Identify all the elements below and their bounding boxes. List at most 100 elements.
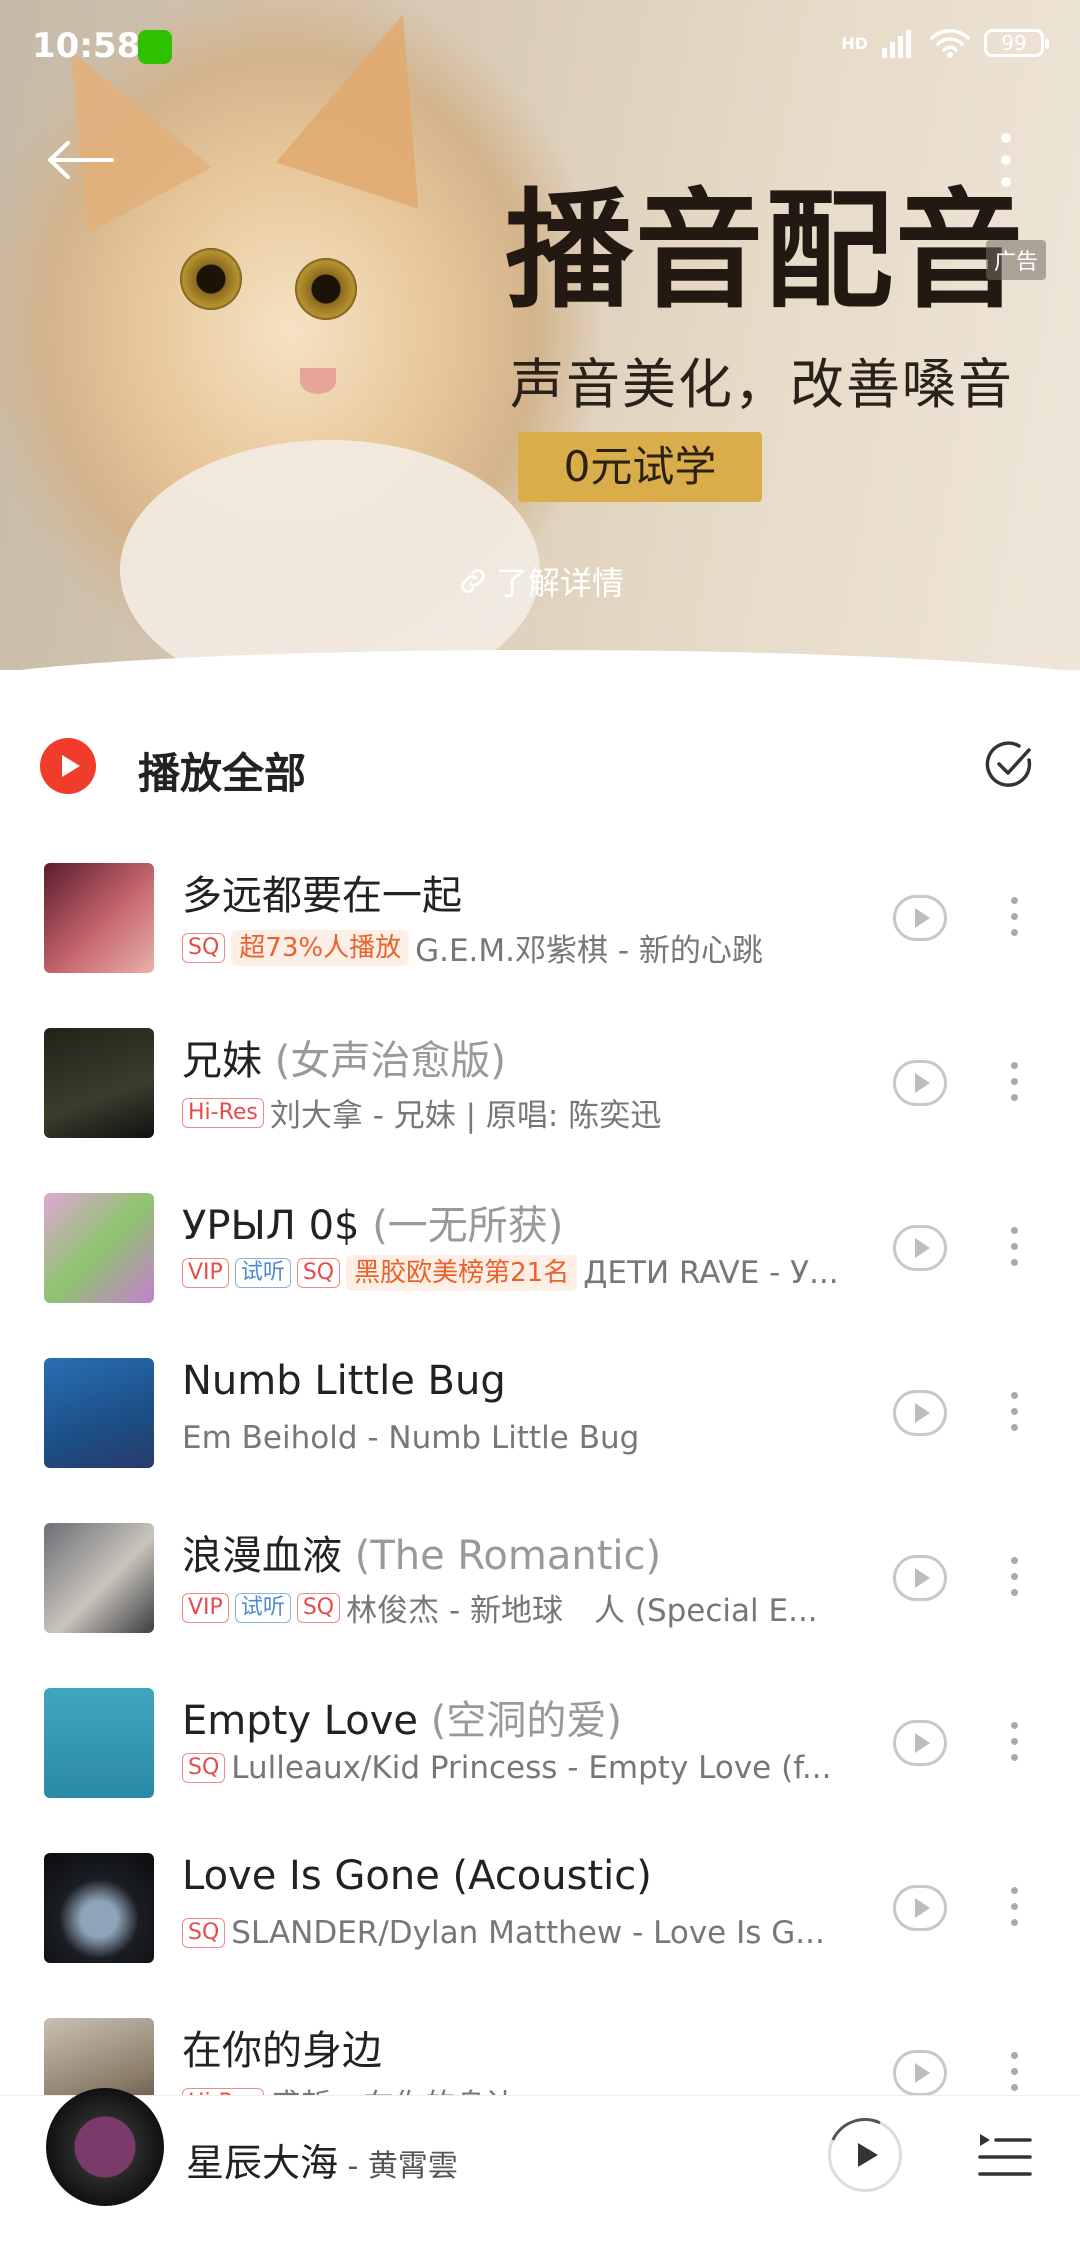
quality-tag: SQ: [182, 932, 226, 963]
row-more-icon[interactable]: [1008, 1887, 1020, 1933]
album-cover: [44, 1028, 154, 1138]
battery-icon: 99: [984, 29, 1049, 57]
ad-title: 播音配音: [505, 177, 1026, 326]
ad-label: 广告: [986, 240, 1047, 280]
album-cover: [44, 863, 154, 973]
preview-tag: 试听: [234, 1258, 291, 1288]
quality-tag: SQ: [296, 1258, 341, 1288]
song-title: Numb Little Bug: [182, 1358, 506, 1404]
banner-image-cat-body: [120, 440, 540, 670]
status-indicators: HD 99: [841, 28, 1049, 58]
now-playing-info[interactable]: 星辰大海 - 黄霄雲: [186, 2132, 458, 2187]
song-title: 多远都要在一起: [182, 873, 462, 919]
mv-play-icon[interactable]: [893, 2050, 947, 2096]
artist-album: 刘大拿 - 兄妹 | 原唱: 陈奕迅: [269, 1098, 662, 1134]
row-more-icon[interactable]: [1008, 1722, 1020, 1768]
song-meta: SQ SLANDER/Dylan Matthew - Love Is G...: [182, 1915, 862, 1951]
album-cover: [44, 1358, 154, 1468]
artist-album: Em Beihold - Numb Little Bug: [182, 1420, 640, 1456]
row-more-icon[interactable]: [1008, 1392, 1020, 1438]
artist-album: ДЕТИ RAVE - У...: [583, 1255, 839, 1291]
mv-play-icon[interactable]: [893, 1555, 947, 1601]
mini-player[interactable]: 星辰大海 - 黄霄雲: [0, 2088, 1080, 2249]
row-more-icon[interactable]: [1008, 1062, 1020, 1108]
song-meta: Em Beihold - Numb Little Bug: [182, 1420, 862, 1456]
album-cover: [44, 1193, 154, 1303]
mv-play-icon[interactable]: [893, 1720, 947, 1766]
network-type: HD: [841, 33, 868, 53]
song-title: 在你的身边: [182, 2028, 382, 2074]
quality-tag: Hi-Res: [182, 1097, 264, 1128]
back-arrow-icon[interactable]: [46, 140, 116, 180]
link-icon: [461, 569, 485, 593]
popularity-tag: 超73%人播放: [231, 929, 410, 966]
ad-trial-button[interactable]: 0元试学: [518, 432, 762, 502]
quality-tag: SQ: [182, 1918, 226, 1948]
song-title: УРЫЛ 0$ (一无所获): [182, 1203, 564, 1249]
play-all-row[interactable]: 播放全部: [0, 720, 1080, 820]
song-row[interactable]: Love Is Gone (Acoustic) SQ SLANDER/Dylan…: [0, 1845, 1080, 2010]
preview-tag: 试听: [234, 1592, 291, 1623]
row-more-icon[interactable]: [1008, 2052, 1020, 2098]
song-meta: SQ 超73%人播放 G.E.M.邓紫棋 - 新的心跳: [182, 925, 862, 970]
song-row[interactable]: 兄妹 (女声治愈版) Hi-Res 刘大拿 - 兄妹 | 原唱: 陈奕迅: [0, 1020, 1080, 1185]
playlist-icon[interactable]: [976, 2130, 1032, 2184]
banner-image-cat-nose: [300, 368, 336, 394]
mv-play-icon[interactable]: [893, 1225, 947, 1271]
song-meta: SQ Lulleaux/Kid Princess - Empty Love (f…: [182, 1750, 862, 1786]
vip-tag: VIP: [182, 1592, 229, 1623]
now-playing-artist: 黄霄雲: [367, 2149, 458, 2184]
artist-album: G.E.M.邓紫棋 - 新的心跳: [415, 933, 763, 969]
play-all-icon[interactable]: [40, 738, 96, 794]
banner-bottom-curve: [0, 650, 1080, 670]
song-meta: VIP 试听 SQ 林俊杰 - 新地球 人 (Special E...: [182, 1585, 862, 1630]
album-cover: [44, 1853, 154, 1963]
artist-album: 林俊杰 - 新地球 人 (Special E...: [346, 1593, 818, 1629]
wechat-notification-icon: [138, 30, 172, 64]
mv-play-icon[interactable]: [893, 1390, 947, 1436]
row-more-icon[interactable]: [1008, 1557, 1020, 1603]
song-list: 多远都要在一起 SQ 超73%人播放 G.E.M.邓紫棋 - 新的心跳 兄妹 (…: [0, 855, 1080, 2175]
play-all-label: 播放全部: [138, 749, 307, 798]
song-title: 兄妹 (女声治愈版): [182, 1038, 506, 1084]
song-row[interactable]: Numb Little Bug Em Beihold - Numb Little…: [0, 1350, 1080, 1515]
song-row[interactable]: 浪漫血液 (The Romantic) VIP 试听 SQ 林俊杰 - 新地球 …: [0, 1515, 1080, 1680]
artist-album: Lulleaux/Kid Princess - Empty Love (f...: [231, 1750, 832, 1786]
quality-tag: SQ: [296, 1592, 341, 1623]
vip-tag: VIP: [182, 1258, 229, 1288]
banner-image-cat-eye: [295, 258, 357, 320]
status-time: 10:58: [32, 26, 141, 66]
song-title: 浪漫血液 (The Romantic): [182, 1533, 662, 1579]
ad-subtitle: 声音美化，改善嗓音: [510, 353, 1014, 416]
row-more-icon[interactable]: [1008, 897, 1020, 943]
song-row[interactable]: 多远都要在一起 SQ 超73%人播放 G.E.M.邓紫棋 - 新的心跳: [0, 855, 1080, 1020]
song-title: Love Is Gone (Acoustic): [182, 1853, 652, 1899]
mv-play-icon[interactable]: [893, 1060, 947, 1106]
row-more-icon[interactable]: [1008, 1227, 1020, 1273]
album-cover: [44, 1688, 154, 1798]
banner-image-cat-ear: [275, 0, 475, 209]
chart-rank-tag: 黑胶欧美榜第21名: [346, 1255, 578, 1291]
ad-banner[interactable]: 播音配音 广告 声音美化，改善嗓音 0元试学 了解详情: [0, 0, 1080, 670]
signal-icon: [882, 30, 911, 58]
ad-details-link[interactable]: 了解详情: [456, 558, 624, 604]
banner-image-cat-eye: [180, 248, 242, 310]
song-title: Empty Love (空洞的爱): [182, 1698, 622, 1744]
ad-details-label: 了解详情: [496, 564, 625, 602]
song-meta: VIP 试听 SQ 黑胶欧美榜第21名 ДЕТИ RAVE - У...: [182, 1255, 862, 1291]
quality-tag: SQ: [182, 1753, 226, 1783]
now-playing-title: 星辰大海: [186, 2141, 339, 2185]
now-playing-disc[interactable]: [46, 2088, 164, 2206]
mv-play-icon[interactable]: [893, 895, 947, 941]
play-pause-button[interactable]: [828, 2118, 902, 2192]
song-meta: Hi-Res 刘大拿 - 兄妹 | 原唱: 陈奕迅: [182, 1090, 862, 1135]
song-row[interactable]: УРЫЛ 0$ (一无所获) VIP 试听 SQ 黑胶欧美榜第21名 ДЕТИ …: [0, 1185, 1080, 1350]
mv-play-icon[interactable]: [893, 1885, 947, 1931]
now-playing-separator: -: [338, 2149, 368, 2184]
wifi-icon: [930, 29, 970, 58]
artist-album: SLANDER/Dylan Matthew - Love Is G...: [231, 1915, 825, 1951]
album-cover: [44, 1523, 154, 1633]
multi-select-check-icon[interactable]: [983, 738, 1035, 790]
song-row[interactable]: Empty Love (空洞的爱) SQ Lulleaux/Kid Prince…: [0, 1680, 1080, 1845]
more-options-icon[interactable]: [996, 132, 1016, 188]
